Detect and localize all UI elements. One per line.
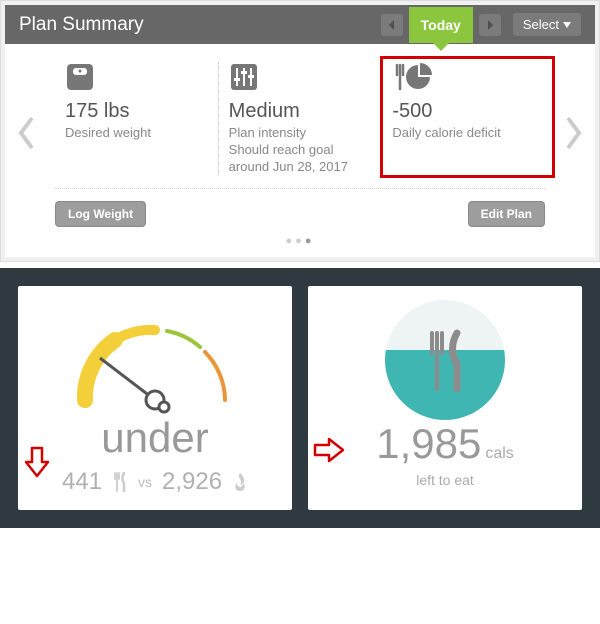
flame-icon xyxy=(232,472,248,492)
select-date-button[interactable]: Select xyxy=(513,13,581,36)
calories-label: left to eat xyxy=(318,472,572,488)
edit-plan-button[interactable]: Edit Plan xyxy=(468,201,545,227)
consumed-value: 441 xyxy=(62,468,102,496)
sliders-icon xyxy=(229,62,372,92)
intensity-label: Plan intensity xyxy=(229,125,372,142)
weight-label: Desired weight xyxy=(65,125,208,142)
plate-icon xyxy=(318,300,572,420)
calories-remaining: 1,985 xyxy=(376,420,481,467)
log-weight-button[interactable]: Log Weight xyxy=(55,201,146,227)
gauge-status: under xyxy=(28,414,282,462)
vs-label: vs xyxy=(138,474,152,490)
scale-icon xyxy=(65,62,208,92)
burned-value: 2,926 xyxy=(162,468,222,496)
prev-day-button[interactable] xyxy=(381,14,403,36)
meal-icon xyxy=(392,62,535,92)
next-day-button[interactable] xyxy=(479,14,501,36)
calories-unit: cals xyxy=(485,445,513,462)
deficit-value: -500 xyxy=(392,100,535,123)
gauge-icon xyxy=(28,300,282,420)
intensity-note: Should reach goal around Jun 28, 2017 xyxy=(229,142,372,176)
fork-knife-icon xyxy=(112,472,128,492)
desired-weight-block: 175 lbs Desired weight xyxy=(55,62,218,176)
intensity-value: Medium xyxy=(229,100,372,123)
calorie-gauge-widget: under 441 vs 2,926 xyxy=(18,286,292,510)
today-button[interactable]: Today xyxy=(409,7,473,43)
weight-value: 175 lbs xyxy=(65,100,208,123)
carousel-next[interactable] xyxy=(563,116,583,158)
page-title: Plan Summary xyxy=(19,14,379,36)
carousel-prev[interactable] xyxy=(17,116,37,158)
deficit-block: -500 Daily calorie deficit xyxy=(381,62,545,176)
intensity-block: Medium Plan intensity Should reach goal … xyxy=(218,62,382,176)
header-bar: Plan Summary Today Select xyxy=(5,5,595,44)
carousel-dots[interactable]: ●●● xyxy=(15,235,585,247)
deficit-label: Daily calorie deficit xyxy=(392,125,535,142)
calories-left-widget: 1,985cals left to eat xyxy=(308,286,582,510)
